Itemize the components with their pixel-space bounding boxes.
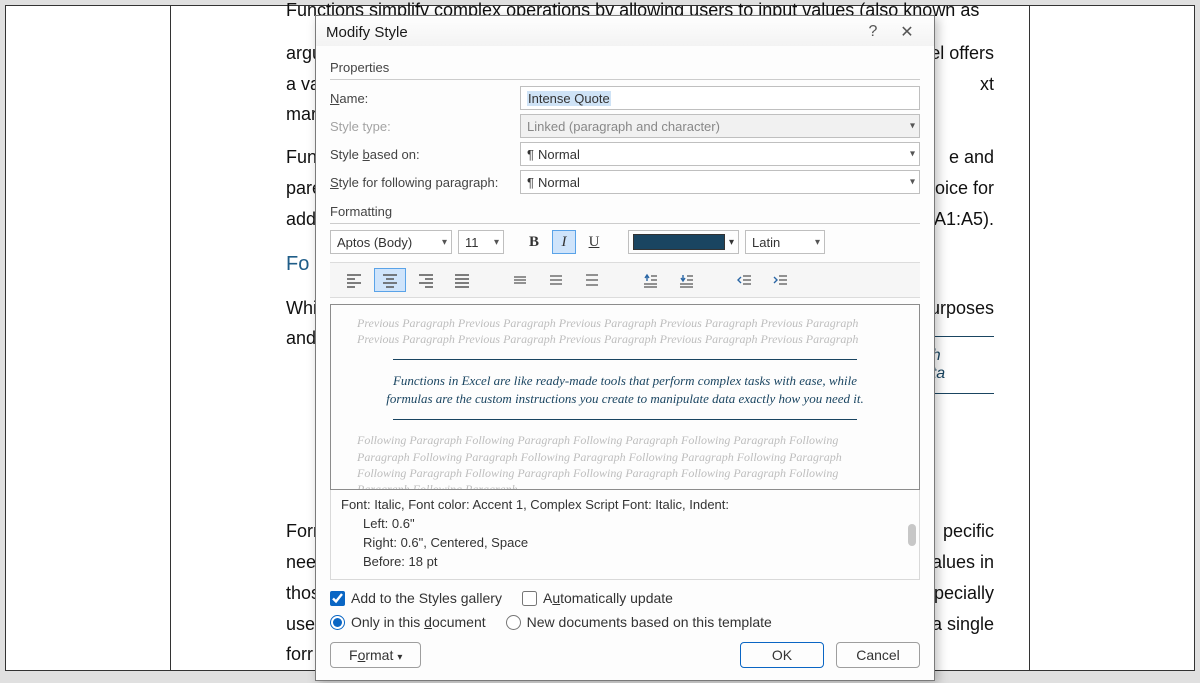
name-label: Name: <box>330 91 512 106</box>
decrease-indent-button[interactable] <box>728 268 760 292</box>
line-spacing-1-button[interactable] <box>504 268 536 292</box>
font-size-select[interactable]: 11▾ <box>458 230 504 254</box>
chevron-down-icon[interactable]: ▾ <box>815 237 820 248</box>
style-based-on-label: Style based on: <box>330 147 512 162</box>
quote-bottom-rule <box>393 419 857 420</box>
add-to-gallery-checkbox[interactable]: Add to the Styles gallery <box>330 590 502 606</box>
line-spacing-2-button[interactable] <box>576 268 608 292</box>
formatting-section-label: Formatting <box>330 204 920 219</box>
bg-text: pecific <box>943 517 994 546</box>
divider <box>330 79 920 80</box>
dialog-title: Modify Style <box>326 24 856 41</box>
align-left-button[interactable] <box>338 268 370 292</box>
name-input[interactable]: Intense Quote <box>520 86 920 110</box>
bg-text: specially <box>925 579 994 608</box>
cancel-button[interactable]: Cancel <box>836 642 920 668</box>
pilcrow-icon: ¶ <box>527 147 534 162</box>
space-before-dec-button[interactable] <box>670 268 702 292</box>
style-type-select: Linked (paragraph and character) ▾ <box>520 114 920 138</box>
bg-text: xt <box>980 70 994 99</box>
help-button[interactable]: ? <box>856 23 890 41</box>
bg-text: forr <box>286 644 313 664</box>
bg-text: Whi <box>286 294 317 323</box>
bg-text: and <box>286 328 316 348</box>
style-description: Font: Italic, Font color: Accent 1, Comp… <box>330 490 920 580</box>
preview-previous-text: Previous Paragraph Previous Paragraph Pr… <box>357 315 893 347</box>
close-button[interactable]: ✕ <box>890 22 924 42</box>
bg-text: a single <box>932 610 994 639</box>
caret-down-icon: ▾ <box>397 652 402 663</box>
bg-text: Fun <box>286 143 317 172</box>
color-swatch <box>633 234 725 250</box>
divider <box>330 223 920 224</box>
chevron-down-icon[interactable]: ▾ <box>729 237 734 248</box>
font-family-select[interactable]: Aptos (Body)▾ <box>330 230 452 254</box>
line-spacing-1-5-button[interactable] <box>540 268 572 292</box>
script-select[interactable]: Latin▾ <box>745 230 825 254</box>
bold-button[interactable]: B <box>522 230 546 254</box>
italic-button[interactable]: I <box>552 230 576 254</box>
chevron-down-icon[interactable]: ▾ <box>910 177 915 188</box>
increase-indent-button[interactable] <box>764 268 796 292</box>
preview-following-text: Following Paragraph Following Paragraph … <box>357 432 893 490</box>
style-preview: Previous Paragraph Previous Paragraph Pr… <box>330 304 920 490</box>
chevron-down-icon: ▾ <box>910 121 915 132</box>
new-documents-radio[interactable]: New documents based on this template <box>506 614 772 630</box>
bg-text: nee <box>286 548 316 577</box>
ok-button[interactable]: OK <box>740 642 824 668</box>
chevron-down-icon[interactable]: ▾ <box>442 237 447 248</box>
quote-top-rule <box>393 359 857 360</box>
bg-text: e and <box>949 143 994 172</box>
bg-text: A1:A5). <box>934 205 994 234</box>
style-based-on-select[interactable]: ¶ Normal ▾ <box>520 142 920 166</box>
scrollbar-thumb[interactable] <box>908 524 916 546</box>
following-paragraph-select[interactable]: ¶ Normal ▾ <box>520 170 920 194</box>
modify-style-dialog: Modify Style ? ✕ Properties Name: Intens… <box>315 15 935 681</box>
font-color-select[interactable]: ▾ <box>628 230 739 254</box>
format-button[interactable]: Format▾ <box>330 642 421 668</box>
chevron-down-icon[interactable]: ▾ <box>910 149 915 160</box>
properties-section-label: Properties <box>330 60 920 75</box>
style-type-label: Style type: <box>330 119 512 134</box>
align-right-button[interactable] <box>410 268 442 292</box>
pilcrow-icon: ¶ <box>527 175 534 190</box>
following-paragraph-label: Style for following paragraph: <box>330 175 512 190</box>
only-this-document-radio[interactable]: Only in this document <box>330 614 486 630</box>
bg-text: use <box>286 610 315 639</box>
underline-button[interactable]: U <box>582 230 606 254</box>
chevron-down-icon[interactable]: ▾ <box>494 237 499 248</box>
bg-text: alues in <box>932 548 994 577</box>
bg-text: mar <box>286 104 317 124</box>
space-before-inc-button[interactable] <box>634 268 666 292</box>
align-justify-button[interactable] <box>446 268 478 292</box>
bg-text: hoice for <box>925 174 994 203</box>
align-center-button[interactable] <box>374 268 406 292</box>
bg-text: add <box>286 205 316 234</box>
name-input-value: Intense Quote <box>527 91 611 106</box>
auto-update-checkbox[interactable]: Automatically update <box>522 590 673 606</box>
preview-sample-text: Functions in Excel are like ready-made t… <box>357 372 893 407</box>
